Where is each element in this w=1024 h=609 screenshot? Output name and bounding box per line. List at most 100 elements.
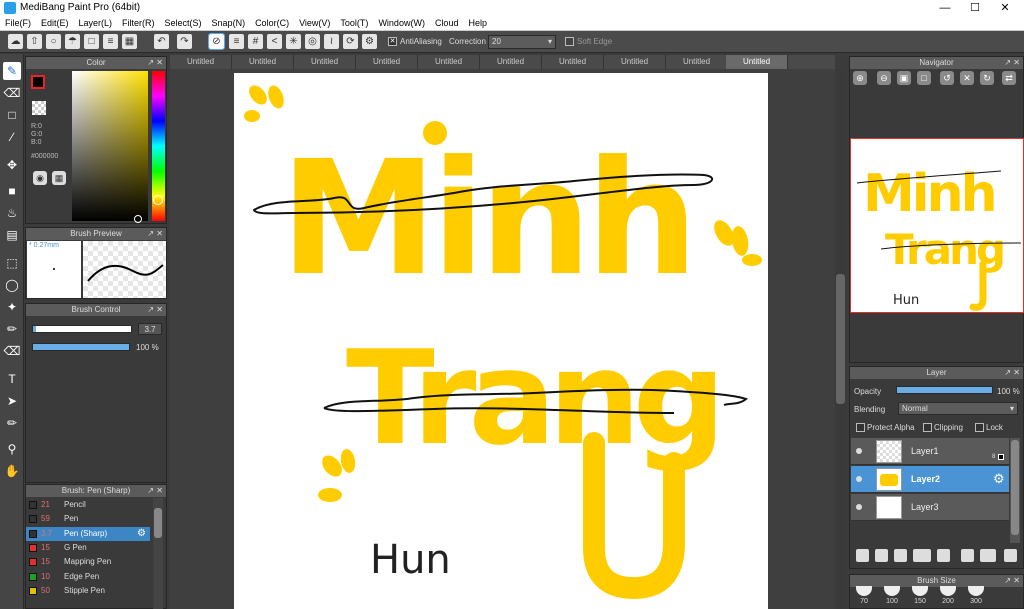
fill-rect-tool-icon[interactable]: ■ [3, 182, 21, 200]
cross-snap-icon[interactable]: # [248, 34, 263, 49]
menu-help[interactable]: Help [463, 16, 492, 31]
circle-snap-icon[interactable]: ◎ [305, 34, 320, 49]
gradient-tool-icon[interactable]: ▤ [3, 226, 21, 244]
menu-file[interactable]: File(F) [0, 16, 36, 31]
document-icon[interactable]: □ [84, 34, 99, 49]
popout-icon[interactable]: ↗ ✕ [1004, 57, 1020, 69]
merge-layer-icon[interactable] [980, 549, 996, 562]
close-button[interactable]: ✕ [990, 0, 1020, 16]
tab-untitled-3[interactable]: Untitled [294, 55, 356, 69]
rotate-snap-icon[interactable]: ⟳ [343, 34, 358, 49]
list-icon[interactable]: ≡ [103, 34, 118, 49]
flip-horizontal-icon[interactable]: ⇄ [1002, 71, 1016, 85]
upload-icon[interactable]: ⇧ [27, 34, 42, 49]
color-picker-handle[interactable] [134, 215, 142, 223]
correction-select[interactable]: 20 ▾ [488, 35, 556, 49]
layer-list-scrollbar[interactable] [1010, 438, 1020, 543]
hue-slider-handle[interactable] [153, 195, 163, 205]
palette-icon[interactable]: ◉ [33, 171, 47, 185]
brush-opacity-slider[interactable] [32, 343, 130, 351]
tab-untitled-6[interactable]: Untitled [480, 55, 542, 69]
menu-window[interactable]: Window(W) [373, 16, 430, 31]
operation-tool-icon[interactable]: ➤ [3, 392, 21, 410]
brush-size-preset[interactable]: 300 [963, 586, 989, 609]
undo-icon[interactable]: ↶ [154, 34, 169, 49]
brush-size-slider[interactable] [32, 325, 132, 333]
select-eraser-tool-icon[interactable]: ⌫ [3, 342, 21, 360]
brush-size-value[interactable]: 3.7 [138, 323, 162, 335]
canvas-vertical-scrollbar[interactable] [835, 69, 846, 609]
snap-off-icon[interactable]: ⊘ [208, 33, 225, 50]
delete-layer-icon[interactable] [1004, 549, 1017, 562]
layer-opacity-slider[interactable] [896, 386, 993, 394]
menu-layer[interactable]: Layer(L) [74, 16, 118, 31]
vanishing-snap-icon[interactable]: < [267, 34, 282, 49]
duplicate-layer-icon[interactable] [961, 549, 974, 562]
visibility-eye-icon[interactable] [856, 448, 862, 454]
visibility-eye-icon[interactable] [856, 476, 862, 482]
layer-row-layer2[interactable]: Layer2 ⚙ [851, 466, 1009, 493]
tab-untitled-4[interactable]: Untitled [356, 55, 418, 69]
tab-untitled-active[interactable]: Untitled [726, 55, 788, 69]
new-layer-icon[interactable] [856, 549, 869, 562]
brush-size-preset[interactable]: 200 [935, 586, 961, 609]
brush-size-preset[interactable]: 100 [879, 586, 905, 609]
bucket-tool-icon[interactable]: ♨ [3, 204, 21, 222]
soft-edge-checkbox[interactable] [565, 37, 574, 46]
eraser-tool-icon[interactable]: ⌫ [3, 84, 21, 102]
popout-icon[interactable]: ↗ ✕ [1004, 367, 1020, 379]
lock-checkbox[interactable] [975, 423, 984, 432]
menu-select[interactable]: Select(S) [160, 16, 207, 31]
redo-icon[interactable]: ↷ [177, 34, 192, 49]
popout-icon[interactable]: ↗ ✕ [1004, 575, 1020, 587]
menu-filter[interactable]: Filter(R) [117, 16, 160, 31]
snap-settings-icon[interactable]: ⚙ [362, 34, 377, 49]
tab-untitled-7[interactable]: Untitled [542, 55, 604, 69]
hand-tool-icon[interactable]: ✋ [3, 462, 21, 480]
brush-list-item[interactable]: 15 Mapping Pen [26, 555, 150, 569]
brush-size-preset[interactable]: 150 [907, 586, 933, 609]
popout-icon[interactable]: ↗ ✕ [147, 304, 163, 316]
popout-icon[interactable]: ↗ ✕ [147, 228, 163, 240]
brush-list-item[interactable]: 59 Pen [26, 512, 150, 526]
saturation-value-picker[interactable] [72, 71, 148, 221]
rotate-left-icon[interactable]: ↺ [940, 71, 954, 85]
transparent-color-swatch[interactable] [32, 101, 46, 115]
tab-untitled-8[interactable]: Untitled [604, 55, 666, 69]
brush-list-item[interactable]: 50 Stipple Pen [26, 584, 150, 598]
menu-view[interactable]: View(V) [294, 16, 335, 31]
new-folder-icon[interactable] [937, 549, 950, 562]
navigator-thumbnail[interactable]: Minh Trang Hun [850, 138, 1024, 313]
protect-alpha-checkbox[interactable] [856, 423, 865, 432]
maximize-button[interactable]: ☐ [960, 0, 990, 16]
menu-edit[interactable]: Edit(E) [36, 16, 74, 31]
minimize-button[interactable]: — [930, 0, 960, 16]
new-8bit-layer-icon[interactable] [894, 549, 907, 562]
tab-untitled-2[interactable]: Untitled [232, 55, 294, 69]
line-tool-icon[interactable]: ∕ [3, 128, 21, 146]
clipping-checkbox[interactable] [923, 423, 932, 432]
brush-list-item[interactable]: 21 Pencil [26, 498, 150, 512]
new-halftone-layer-icon[interactable] [875, 549, 888, 562]
blending-select[interactable]: Normal ▾ [898, 402, 1018, 415]
zoom-out-icon[interactable]: ⊖ [877, 71, 891, 85]
visibility-eye-icon[interactable] [856, 504, 862, 510]
tab-untitled-9[interactable]: Untitled [666, 55, 728, 69]
lasso-tool-icon[interactable]: ◯ [3, 276, 21, 294]
brush-list-item[interactable]: 10 Edge Pen [26, 570, 150, 584]
select-pen-tool-icon[interactable]: ✏ [3, 320, 21, 338]
parallel-snap-icon[interactable]: ≡ [229, 34, 244, 49]
cloud-icon[interactable]: ☁ [8, 34, 23, 49]
move-tool-icon[interactable]: ✥ [3, 156, 21, 174]
foreground-color-swatch[interactable] [31, 75, 45, 89]
menu-tool[interactable]: Tool(T) [335, 16, 373, 31]
brush-list-item[interactable]: 3.7 Pen (Sharp) ⚙ [26, 526, 150, 541]
menu-cloud[interactable]: Cloud [430, 16, 464, 31]
antialias-checkbox[interactable]: ✕ [388, 37, 397, 46]
grid-icon[interactable]: ▦ [122, 34, 137, 49]
layer-row-layer3[interactable]: Layer3 [851, 494, 1009, 521]
comment-icon[interactable]: ○ [46, 34, 61, 49]
curve-snap-icon[interactable]: ≀ [324, 34, 339, 49]
divide-tool-icon[interactable]: ✏ [3, 414, 21, 432]
dot-tool-icon[interactable]: □ [3, 106, 21, 124]
